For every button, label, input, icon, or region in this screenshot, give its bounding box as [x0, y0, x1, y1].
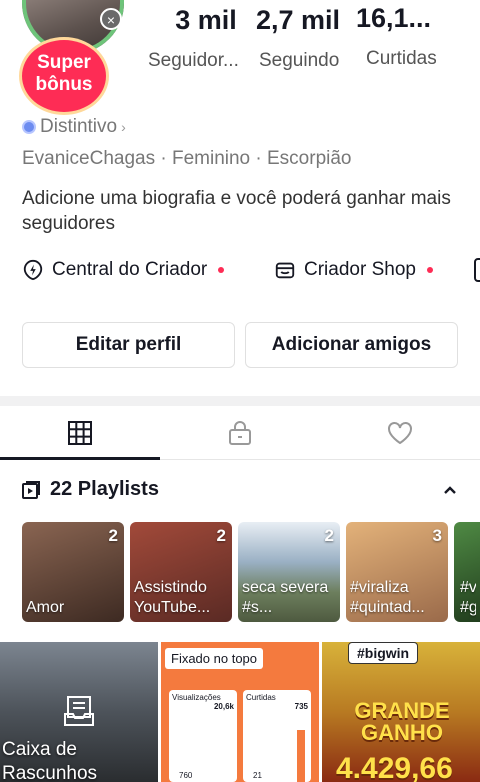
pinned-video-tile[interactable]: Fixado no topo Visualizações 20,6k 760 C… — [161, 642, 319, 782]
followers-count: 3 mil — [175, 5, 237, 35]
playlist-card[interactable]: 3 #viraliza #quintad... — [346, 522, 448, 622]
win-amount: 4.429,66 — [336, 752, 453, 782]
divider — [0, 396, 480, 406]
bio-prompt[interactable]: Adicione uma biografia e você poderá gan… — [22, 186, 462, 236]
playlist-card[interactable]: 2 seca severa #s... — [238, 522, 340, 622]
shop-icon — [275, 262, 295, 279]
add-friends-label: Adicionar amigos — [271, 334, 432, 355]
grande-ganho-text: GRANDE GANHO — [354, 698, 450, 745]
add-friends-button[interactable]: Adicionar amigos — [245, 322, 458, 368]
edit-profile-button[interactable]: Editar perfil — [22, 322, 235, 368]
heart-icon — [388, 422, 412, 445]
likes-count: 16,1... — [356, 3, 432, 33]
playlist-count: 2 — [108, 526, 118, 545]
super-bonus-badge[interactable]: Super bônus — [22, 40, 106, 112]
drafts-tile[interactable]: Caixa de Rascunhos — [0, 642, 158, 782]
badge-link[interactable]: Distintivo › — [22, 116, 126, 138]
playlist-card[interactable]: 2 Amor — [22, 522, 124, 622]
grid-icon — [68, 421, 92, 445]
active-tab-indicator — [0, 457, 160, 460]
chevron-right-icon: › — [121, 119, 126, 135]
tab-liked[interactable] — [320, 406, 480, 460]
stat-followers[interactable]: 3 mil — [166, 5, 246, 36]
playlist-card[interactable]: #v #g — [454, 522, 480, 622]
playlist-title: Amor — [26, 599, 65, 616]
row-b-value: 21 — [253, 771, 262, 780]
following-count: 2,7 mil — [256, 5, 341, 35]
notification-dot — [218, 267, 225, 273]
creator-shop-link[interactable]: Criador Shop — [274, 259, 433, 281]
lightning-icon — [23, 259, 43, 281]
drafts-icon — [64, 696, 94, 726]
more-tools-icon[interactable] — [474, 258, 480, 282]
following-label: Seguindo — [259, 50, 340, 71]
row-a-value: 760 — [179, 771, 193, 780]
likes-stat-value: 735 — [294, 702, 308, 711]
stats-card-views: Visualizações 20,6k 760 — [169, 690, 237, 782]
profile-meta: EvaniceChagas · Feminino · Escorpião — [22, 148, 352, 169]
creator-shop-label: Criador Shop — [304, 259, 416, 280]
pinned-badge: Fixado no topo — [165, 648, 264, 669]
chevron-up-icon[interactable] — [440, 480, 460, 500]
hashtag-badge: #bigwin — [348, 642, 419, 664]
stat-likes[interactable]: 16,1... — [356, 3, 476, 34]
creator-center-link[interactable]: Central do Criador — [22, 259, 225, 281]
playlist-title: Assistindo YouTube... — [134, 579, 211, 616]
tab-private[interactable] — [160, 406, 320, 460]
playlists-header[interactable]: 22 Playlists — [22, 478, 159, 501]
stats-card-likes: Curtidas 735 21 — [243, 690, 311, 782]
playlist-icon — [22, 480, 40, 499]
bar — [297, 730, 305, 782]
playlists-title: 22 Playlists — [50, 478, 159, 500]
playlist-count: 3 — [432, 526, 442, 545]
playlist-card[interactable]: 2 Assistindo YouTube... — [130, 522, 232, 622]
stat-following[interactable]: 2,7 mil — [256, 5, 356, 36]
edit-profile-label: Editar perfil — [75, 334, 182, 355]
badge-label: Distintivo — [40, 116, 118, 137]
playlist-count: 2 — [324, 526, 334, 545]
lock-icon — [229, 421, 251, 445]
followers-label: Seguidor... — [148, 50, 239, 71]
playlist-title: #v #g — [460, 579, 476, 616]
creator-center-label: Central do Criador — [52, 259, 208, 280]
playlist-title: seca severa #s... — [242, 579, 329, 616]
badge-icon — [22, 120, 36, 134]
bigwin-video-tile[interactable]: #bigwin GRANDE GANHO 4.429,66 — [322, 642, 480, 782]
likes-label: Curtidas — [366, 48, 437, 69]
notification-dot — [426, 267, 433, 273]
likes-stat-label: Curtidas — [246, 693, 276, 702]
tab-videos[interactable] — [0, 406, 160, 460]
super-bonus-label: Super bônus — [35, 52, 93, 95]
playlist-count: 2 — [216, 526, 226, 545]
playlist-title: #viraliza #quintad... — [350, 579, 425, 616]
views-value: 20,6k — [213, 702, 234, 711]
drafts-label: Caixa de Rascunhos — [2, 739, 98, 782]
views-label: Visualizações — [172, 693, 221, 702]
profile-screen: × Super bônus 3 mil Seguidor... 2,7 mil … — [0, 0, 480, 782]
close-icon[interactable]: × — [100, 8, 122, 30]
